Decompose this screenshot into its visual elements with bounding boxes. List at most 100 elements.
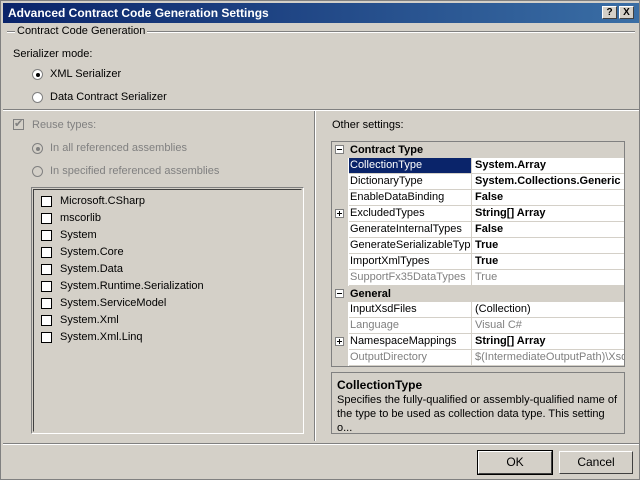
serializer-radio[interactable] bbox=[32, 69, 43, 80]
property-row[interactable]: ImportXmlTypes True bbox=[332, 254, 624, 270]
title-bar: Advanced Contract Code Generation Settin… bbox=[3, 3, 639, 23]
property-value[interactable]: False bbox=[472, 222, 624, 238]
property-row[interactable]: EnableDataBinding False bbox=[332, 190, 624, 206]
icon-stroke bbox=[339, 211, 340, 216]
property-name: ExcludedTypes bbox=[349, 206, 472, 222]
vertical-divider bbox=[314, 111, 316, 441]
row-gutter bbox=[332, 334, 348, 350]
property-row[interactable]: CollectionType System.Array bbox=[332, 158, 624, 174]
property-value[interactable]: String[] Array bbox=[472, 206, 624, 222]
property-name: EnableDataBinding bbox=[349, 190, 472, 206]
expand-icon[interactable] bbox=[335, 209, 344, 218]
property-value[interactable]: True bbox=[472, 254, 624, 270]
property-name: GenerateInternalTypes bbox=[349, 222, 472, 238]
row-gutter bbox=[332, 222, 348, 238]
assembly-checkbox[interactable] bbox=[41, 230, 52, 241]
section-divider bbox=[3, 109, 639, 111]
row-gutter bbox=[332, 270, 348, 286]
assembly-label: System.Runtime.Serialization bbox=[60, 280, 204, 292]
property-value[interactable]: (Collection) bbox=[472, 302, 624, 318]
footer-divider bbox=[3, 443, 639, 445]
property-name: InputXsdFiles bbox=[349, 302, 472, 318]
property-row[interactable]: ExcludedTypes String[] Array bbox=[332, 206, 624, 222]
assembly-label: System.Core bbox=[60, 246, 124, 258]
reuse-radio[interactable] bbox=[32, 166, 43, 177]
property-name: CollectionType bbox=[349, 158, 472, 174]
row-gutter bbox=[332, 302, 348, 318]
assembly-checkbox[interactable] bbox=[41, 281, 52, 292]
assembly-checkbox[interactable] bbox=[41, 332, 52, 343]
property-row[interactable]: NamespaceMappings String[] Array bbox=[332, 334, 624, 350]
property-name: OutputDirectory bbox=[349, 350, 472, 366]
row-gutter bbox=[332, 318, 348, 334]
property-value[interactable]: Visual C# bbox=[472, 318, 624, 334]
row-gutter bbox=[332, 254, 348, 270]
assembly-checkbox[interactable] bbox=[41, 264, 52, 275]
property-row[interactable]: Language Visual C# bbox=[332, 318, 624, 334]
property-value[interactable]: True bbox=[472, 270, 624, 286]
property-row[interactable]: DictionaryType System.Collections.Generic bbox=[332, 174, 624, 190]
assembly-checkbox[interactable] bbox=[41, 315, 52, 326]
row-gutter bbox=[332, 190, 348, 206]
description-panel: CollectionType Specifies the fully-quali… bbox=[331, 372, 625, 434]
collapse-icon[interactable] bbox=[335, 289, 344, 298]
property-name: GenerateSerializableTypes bbox=[349, 238, 472, 254]
category-name: General bbox=[350, 288, 391, 300]
assemblies-list[interactable]: Microsoft.CSharp mscorlib System System.Cor… bbox=[31, 187, 304, 434]
serializer-radio[interactable] bbox=[32, 92, 43, 103]
reuse-option-label: In specified referenced assemblies bbox=[50, 165, 220, 177]
property-value[interactable]: $(IntermediateOutputPath)\Xsd0 bbox=[472, 350, 624, 366]
help-button[interactable]: ? bbox=[602, 6, 617, 19]
property-value[interactable]: System.Array bbox=[472, 158, 624, 174]
property-row[interactable]: GenerateInternalTypes False bbox=[332, 222, 624, 238]
property-row[interactable]: InputXsdFiles (Collection) bbox=[332, 302, 624, 318]
close-button[interactable]: X bbox=[619, 6, 634, 19]
property-name: ImportXmlTypes bbox=[349, 254, 472, 270]
reuse-radio[interactable] bbox=[32, 143, 43, 154]
cancel-button[interactable]: Cancel bbox=[559, 451, 633, 474]
icon-stroke bbox=[339, 339, 340, 344]
contract-group-legend: Contract Code Generation bbox=[15, 25, 148, 37]
serializer-mode-label: Serializer mode: bbox=[13, 48, 93, 60]
property-value[interactable]: System.Collections.Generic bbox=[472, 174, 624, 190]
category-row[interactable]: General bbox=[332, 286, 624, 302]
description-text: Specifies the fully-qualified or assembl… bbox=[337, 394, 618, 434]
property-row[interactable]: OutputDirectory $(IntermediateOutputPath)… bbox=[332, 350, 624, 366]
property-grid[interactable]: Contract Type CollectionType System.Array D… bbox=[331, 141, 625, 367]
property-name: NamespaceMappings bbox=[349, 334, 472, 350]
collapse-icon[interactable] bbox=[335, 145, 344, 154]
icon-stroke bbox=[337, 149, 342, 150]
row-gutter bbox=[332, 158, 348, 174]
row-gutter bbox=[332, 238, 348, 254]
ok-button[interactable]: OK bbox=[477, 450, 553, 475]
assembly-label: System.Data bbox=[60, 263, 123, 275]
assembly-label: System.Xml bbox=[60, 314, 119, 326]
assembly-checkbox[interactable] bbox=[41, 196, 52, 207]
reuse-option-label: In all referenced assemblies bbox=[50, 142, 187, 154]
serializer-option-label: XML Serializer bbox=[50, 68, 122, 80]
property-value[interactable]: True bbox=[472, 238, 624, 254]
checkmark-icon: ✔ bbox=[14, 118, 24, 130]
description-title: CollectionType bbox=[337, 378, 423, 392]
assembly-label: Microsoft.CSharp bbox=[60, 195, 145, 207]
assembly-label: System.Xml.Linq bbox=[60, 331, 143, 343]
property-value[interactable]: String[] Array bbox=[472, 334, 624, 350]
reuse-types-checkbox[interactable]: ✔ bbox=[13, 118, 24, 130]
assembly-checkbox[interactable] bbox=[41, 298, 52, 309]
assembly-label: System bbox=[60, 229, 97, 241]
assembly-label: mscorlib bbox=[60, 212, 101, 224]
assembly-checkbox[interactable] bbox=[41, 213, 52, 224]
window-title: Advanced Contract Code Generation Settin… bbox=[8, 6, 269, 20]
property-value[interactable]: False bbox=[472, 190, 624, 206]
reuse-types-label: Reuse types: bbox=[32, 119, 97, 131]
category-name: Contract Type bbox=[350, 144, 424, 156]
row-gutter bbox=[332, 174, 348, 190]
other-settings-label: Other settings: bbox=[332, 119, 404, 131]
assembly-label: System.ServiceModel bbox=[60, 297, 167, 309]
row-gutter bbox=[332, 350, 348, 366]
property-row[interactable]: GenerateSerializableTypes True bbox=[332, 238, 624, 254]
expand-icon[interactable] bbox=[335, 337, 344, 346]
assembly-checkbox[interactable] bbox=[41, 247, 52, 258]
property-row[interactable]: SupportFx35DataTypes True bbox=[332, 270, 624, 286]
category-row[interactable]: Contract Type bbox=[332, 142, 624, 158]
